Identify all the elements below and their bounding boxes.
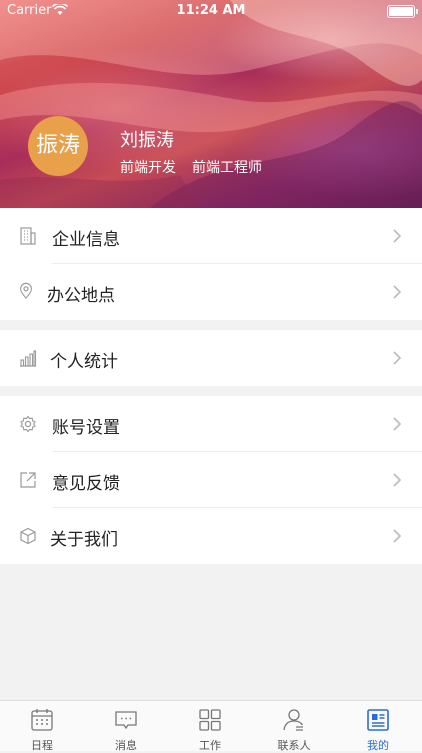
- tab-mine[interactable]: 我的: [336, 701, 420, 752]
- tab-bar: 日程 消息 工作 联系人 我的: [0, 700, 422, 752]
- menu-item-personal-stats[interactable]: 个人统计: [0, 330, 422, 386]
- status-bar: Carrier 11:24 AM: [0, 0, 422, 22]
- menu-label: 意见反馈: [52, 474, 120, 494]
- tab-messages[interactable]: 消息: [84, 701, 168, 752]
- calendar-icon: [31, 709, 53, 731]
- gear-icon: [20, 415, 36, 433]
- chevron-right-icon: [393, 351, 402, 365]
- menu-item-account-settings[interactable]: 账号设置: [0, 396, 422, 452]
- avatar[interactable]: 振涛: [28, 116, 88, 176]
- tab-label: 我的: [367, 739, 389, 752]
- menu-item-about-us[interactable]: 关于我们: [0, 508, 422, 564]
- grid-icon: [199, 709, 221, 731]
- user-name: 刘振涛: [120, 130, 174, 151]
- menu-item-feedback[interactable]: 意见反馈: [0, 452, 422, 508]
- tab-label: 消息: [115, 739, 137, 752]
- menu-label: 办公地点: [47, 286, 115, 306]
- clock: 11:24 AM: [176, 3, 246, 18]
- tab-label: 联系人: [277, 739, 311, 752]
- contact-icon: [283, 709, 304, 731]
- user-job-title: 前端工程师: [192, 160, 262, 176]
- menu-group-company: 企业信息 办公地点: [0, 208, 422, 320]
- share-arrow-icon: [20, 472, 36, 488]
- profile-doc-icon: [367, 709, 389, 731]
- tab-label: 日程: [31, 739, 53, 752]
- tab-schedule[interactable]: 日程: [0, 701, 84, 752]
- message-icon: [115, 711, 137, 730]
- chevron-right-icon: [393, 417, 402, 431]
- building-icon: [20, 227, 36, 245]
- chevron-right-icon: [393, 229, 402, 243]
- menu-group-settings: 账号设置 意见反馈 关于我们: [0, 396, 422, 564]
- chevron-right-icon: [393, 285, 402, 299]
- menu-label: 关于我们: [50, 530, 118, 550]
- chevron-right-icon: [393, 529, 402, 543]
- menu-item-company-info[interactable]: 企业信息: [0, 208, 422, 264]
- profile-header: Carrier 11:24 AM 振涛 刘振涛 前端开发 前端工程师: [0, 0, 422, 208]
- menu-label: 个人统计: [50, 352, 118, 372]
- tab-work[interactable]: 工作: [168, 701, 252, 752]
- user-department: 前端开发: [120, 160, 176, 176]
- tab-label: 工作: [199, 739, 221, 752]
- cube-icon: [20, 527, 36, 545]
- menu-label: 账号设置: [52, 418, 120, 438]
- menu-label: 企业信息: [52, 230, 120, 250]
- bar-chart-icon: [20, 350, 37, 367]
- chevron-right-icon: [393, 473, 402, 487]
- menu-item-office-location[interactable]: 办公地点: [0, 264, 422, 320]
- location-pin-icon: [20, 282, 32, 300]
- tab-contacts[interactable]: 联系人: [252, 701, 336, 752]
- menu-group-stats: 个人统计: [0, 330, 422, 386]
- battery-icon: [387, 5, 418, 18]
